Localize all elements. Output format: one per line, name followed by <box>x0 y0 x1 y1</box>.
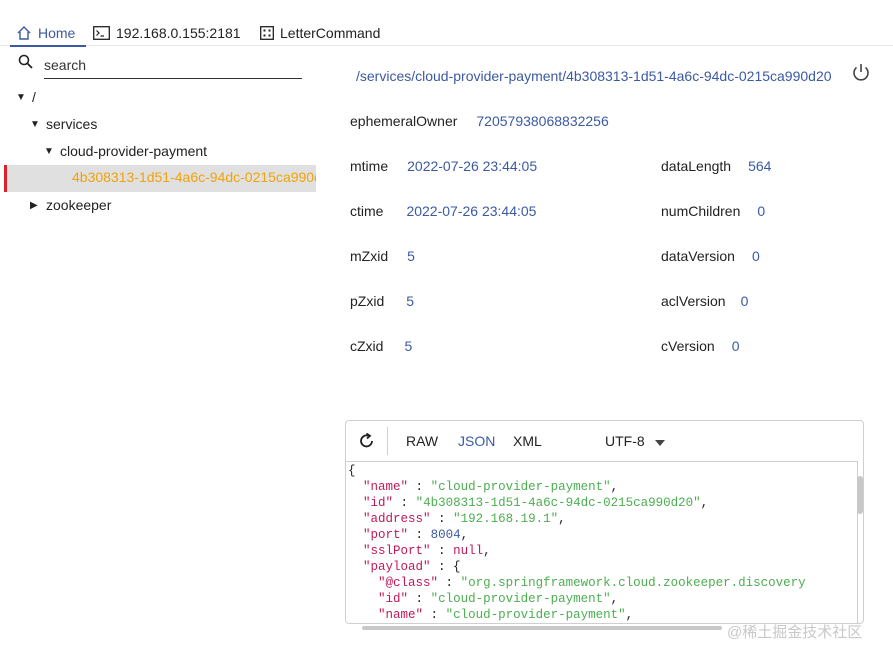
node-path: /services/cloud-provider-payment/4b30831… <box>356 68 832 84</box>
stat-value: 5 <box>407 248 415 264</box>
stat-value: 2022-07-26 23:44:05 <box>406 203 537 219</box>
vertical-scrollbar[interactable] <box>857 476 863 514</box>
code-line: "payload" : { <box>363 560 461 574</box>
stat-value: 0 <box>757 203 766 219</box>
watermark: @稀土掘金技术社区 <box>727 624 863 641</box>
stat-value: 72057938068832256 <box>476 113 609 129</box>
stat-value: 2022-07-26 23:44:05 <box>407 158 538 174</box>
code-line: "sslPort" : null, <box>363 544 491 558</box>
stat-value: 0 <box>740 293 749 309</box>
code-line: "port" : 8004, <box>363 528 469 542</box>
search-icon <box>18 54 34 73</box>
code-line: "@class" : "org.springframework.cloud.zo… <box>378 576 806 590</box>
code-line: "id" : "cloud-provider-payment", <box>378 592 619 606</box>
stat-ephemeral-owner: ephemeralOwner 72057938068832256 <box>350 110 609 132</box>
caret-right-icon[interactable]: ▶ <box>30 200 40 211</box>
tree-node-services[interactable]: ▼ services <box>30 112 97 136</box>
home-icon <box>16 25 32 41</box>
data-editor: RAW JSON XML UTF-8 { "name" : "cloud-pro… <box>345 420 864 624</box>
code-line: "name" : "cloud-provider-payment", <box>363 480 619 494</box>
stat-label: ctime <box>350 203 384 219</box>
format-json-button[interactable]: JSON <box>458 433 495 449</box>
stat-data-version: dataVersion 0 <box>661 245 760 267</box>
stat-label: cZxid <box>350 338 384 354</box>
tab-letter-command[interactable]: LetterCommand <box>260 20 380 46</box>
stat-label: pZxid <box>350 293 385 309</box>
format-raw-button[interactable]: RAW <box>406 433 438 449</box>
stat-acl-version: aclVersion 0 <box>661 290 748 312</box>
power-icon[interactable] <box>850 62 872 87</box>
stat-num-children: numChildren 0 <box>661 200 765 222</box>
editor-toolbar: RAW JSON XML UTF-8 <box>346 421 863 461</box>
stat-c-version: cVersion 0 <box>661 335 740 357</box>
grid-icon <box>260 26 274 40</box>
tab-bar: Home 192.168.0.155:2181 LetterCommand <box>0 10 893 47</box>
tab-connection[interactable]: 192.168.0.155:2181 <box>93 20 241 46</box>
stat-label: cVersion <box>661 338 715 354</box>
search-input[interactable] <box>44 52 302 79</box>
stat-label: dataVersion <box>661 248 735 264</box>
stat-label: numChildren <box>661 203 741 219</box>
tree-node-zookeeper-label: zookeeper <box>46 197 112 213</box>
code-line: "address" : "192.168.19.1", <box>363 512 566 526</box>
stat-pzxid: pZxid 5 <box>350 290 414 312</box>
stat-value: 564 <box>748 158 772 174</box>
chevron-down-icon <box>654 433 665 449</box>
tree-node-selected[interactable]: 4b308313-1d51-4a6c-94dc-0215ca990d20 <box>4 165 316 192</box>
tab-home[interactable]: Home <box>10 20 86 47</box>
tab-connection-label: 192.168.0.155:2181 <box>116 25 241 41</box>
tree-node-services-label: services <box>46 116 98 132</box>
stat-value: 0 <box>731 338 740 354</box>
code-view[interactable]: { "name" : "cloud-provider-payment", "id… <box>346 461 858 623</box>
tree-node-root[interactable]: ▼ / <box>16 85 36 109</box>
stat-data-length: dataLength 564 <box>661 155 771 177</box>
stat-label: aclVersion <box>661 293 726 309</box>
stat-mzxid: mZxid 5 <box>350 245 415 267</box>
horizontal-scrollbar[interactable] <box>362 626 722 630</box>
tab-home-label: Home <box>38 24 76 41</box>
charset-select[interactable]: UTF-8 <box>605 433 665 449</box>
stat-ctime: ctime 2022-07-26 23:44:05 <box>350 200 536 222</box>
tab-letter-command-label: LetterCommand <box>280 25 381 41</box>
tree-node-service-label: cloud-provider-payment <box>60 143 208 159</box>
search-bar <box>18 52 302 80</box>
stat-value: 0 <box>751 248 760 264</box>
refresh-icon[interactable] <box>358 432 376 453</box>
tree-node-root-label: / <box>32 89 36 105</box>
stat-label: dataLength <box>661 158 732 174</box>
stat-value: 5 <box>406 293 415 309</box>
stat-label: mtime <box>350 158 389 174</box>
code-line: "id" : "4b308313-1d51-4a6c-94dc-0215ca99… <box>363 496 709 510</box>
charset-value: UTF-8 <box>605 433 645 449</box>
stat-label: ephemeralOwner <box>350 113 458 129</box>
caret-down-icon[interactable]: ▼ <box>16 92 26 103</box>
stat-label: mZxid <box>350 248 389 264</box>
caret-down-icon[interactable]: ▼ <box>30 119 40 130</box>
tree-node-zookeeper[interactable]: ▶ zookeeper <box>30 193 111 217</box>
tree-node-selected-label: 4b308313-1d51-4a6c-94dc-0215ca990d20 <box>72 169 316 185</box>
stat-czxid: cZxid 5 <box>350 335 412 357</box>
caret-down-icon[interactable]: ▼ <box>44 146 54 157</box>
toolbar-divider <box>387 427 388 455</box>
format-xml-button[interactable]: XML <box>513 433 542 449</box>
stat-mtime: mtime 2022-07-26 23:44:05 <box>350 155 537 177</box>
stat-value: 5 <box>404 338 413 354</box>
code-line: { <box>348 464 356 478</box>
tree-node-service[interactable]: ▼ cloud-provider-payment <box>44 139 207 163</box>
terminal-icon <box>93 26 110 40</box>
